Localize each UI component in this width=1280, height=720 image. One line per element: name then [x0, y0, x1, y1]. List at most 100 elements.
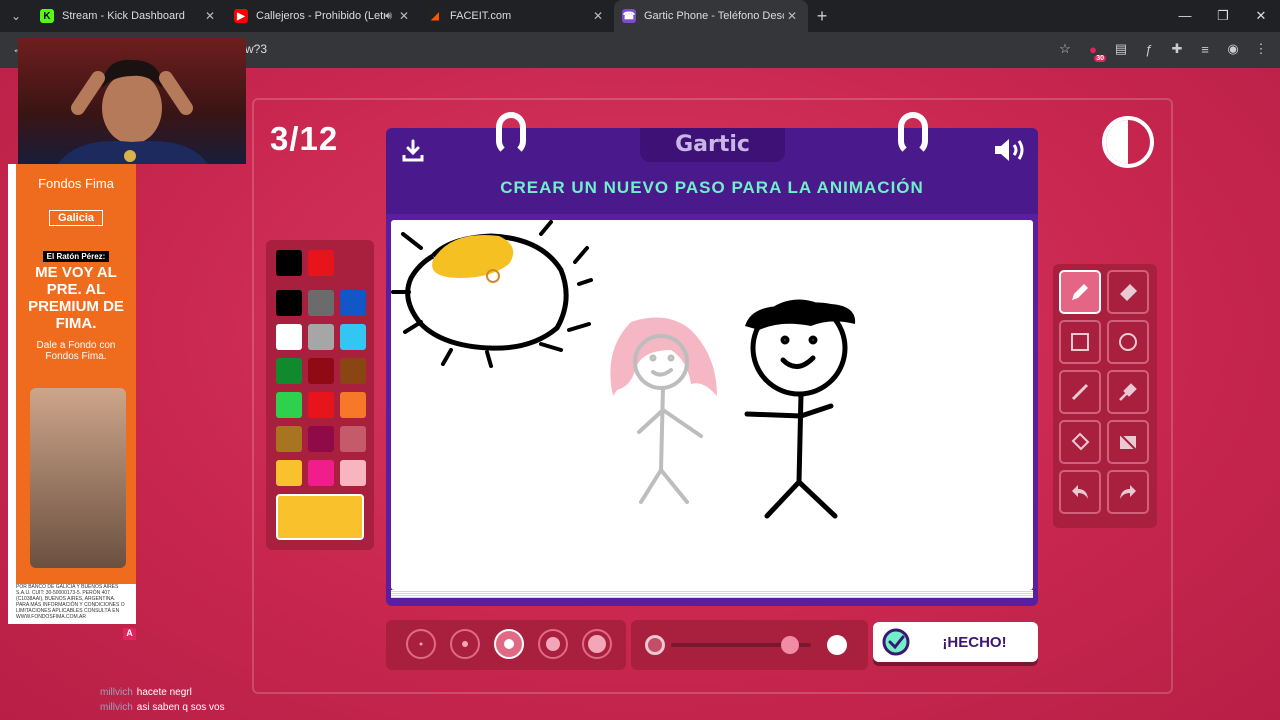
- chat-user: millvich: [100, 702, 133, 713]
- pencil-icon[interactable]: [1059, 270, 1101, 314]
- close-icon[interactable]: ✕: [202, 9, 218, 23]
- color-swatch[interactable]: [308, 460, 334, 486]
- tab-youtube[interactable]: ▶ Callejeros - Prohibido (Letra) 🔊︎ ✕: [226, 0, 420, 32]
- star-icon[interactable]: ☆: [1054, 38, 1076, 60]
- color-swatch[interactable]: [340, 426, 366, 452]
- color-swatch[interactable]: [308, 358, 334, 384]
- ad-bank-logo: Galicia: [16, 208, 136, 226]
- color-swatch[interactable]: [276, 324, 302, 350]
- tab-title: Gartic Phone - Teléfono Descon: [644, 10, 784, 22]
- color-swatch[interactable]: [340, 358, 366, 384]
- new-tab-button[interactable]: +: [808, 6, 836, 27]
- profile-avatar[interactable]: ◉: [1222, 38, 1244, 60]
- ad-tag: El Ratón Pérez:: [16, 246, 136, 264]
- chat-text: asi saben q sos vos: [136, 702, 225, 713]
- close-window-icon[interactable]: ✕: [1242, 0, 1280, 32]
- chat-user: millvich: [100, 687, 133, 698]
- youtube-icon: ▶: [234, 9, 248, 23]
- chat-message: millvich asi saben q sos vos: [100, 702, 225, 713]
- redo-icon[interactable]: [1107, 470, 1149, 514]
- drawing-notebook: Gartic CREAR UN NUEVO PASO PARA LA ANIMA…: [386, 112, 1038, 606]
- extension-icon[interactable]: ▤: [1110, 38, 1132, 60]
- line-icon[interactable]: [1059, 370, 1101, 414]
- brush-size-5[interactable]: [582, 629, 612, 659]
- color-swatch[interactable]: [308, 392, 334, 418]
- ad-background: Fondos Fima Galicia El Ratón Pérez: ME V…: [16, 164, 136, 584]
- boy-body: [744, 335, 838, 519]
- eyedropper-icon[interactable]: [1107, 370, 1149, 414]
- fill-icon[interactable]: [1059, 420, 1101, 464]
- color-swatch[interactable]: [308, 324, 334, 350]
- eraser-icon[interactable]: [1107, 270, 1149, 314]
- minimize-icon[interactable]: —: [1166, 0, 1204, 32]
- extension-icon[interactable]: ƒ: [1138, 38, 1160, 60]
- brush-size-selector: [386, 620, 626, 670]
- tab-faceit[interactable]: ◢ FACEIT.com ✕: [420, 0, 614, 32]
- sun-fill: [432, 235, 514, 278]
- tab-title: Stream - Kick Dashboard: [62, 10, 185, 22]
- opacity-min-icon: [645, 635, 665, 655]
- drawing: [391, 220, 856, 519]
- opacity-handle[interactable]: [781, 636, 799, 654]
- tab-title: FACEIT.com: [450, 10, 512, 22]
- media-icon[interactable]: ≡: [1194, 38, 1216, 60]
- tab-gartic[interactable]: ☎ Gartic Phone - Teléfono Descon ✕: [614, 0, 808, 32]
- advertisement-banner[interactable]: Fondos Fima Galicia El Ratón Pérez: ME V…: [8, 164, 136, 624]
- instruction-text: CREAR UN NUEVO PASO PARA LA ANIMACIÓN: [500, 178, 924, 197]
- chat-message: millvich hacete negrl: [100, 687, 192, 698]
- contrast-toggle-icon[interactable]: [1102, 116, 1154, 168]
- restore-icon[interactable]: ❐: [1204, 0, 1242, 32]
- ad-brand: Fondos Fima: [38, 176, 114, 191]
- done-label: ¡HECHO!: [942, 633, 1007, 651]
- undo-icon[interactable]: [1059, 470, 1101, 514]
- color-swatch[interactable]: [276, 290, 302, 316]
- round-counter: 3/12: [270, 120, 339, 157]
- gartic-logo: Gartic: [675, 132, 750, 157]
- close-icon[interactable]: ✕: [784, 9, 800, 23]
- extension-badge-icon[interactable]: ● 30: [1082, 38, 1106, 62]
- close-icon[interactable]: ✕: [590, 9, 606, 23]
- volume-icon[interactable]: [992, 136, 1028, 164]
- clear-icon[interactable]: [1107, 420, 1149, 464]
- url-field[interactable]: w?3: [245, 42, 267, 56]
- speaker-icon[interactable]: 🔊︎: [385, 10, 392, 23]
- brush-size-4[interactable]: [538, 629, 568, 659]
- done-button[interactable]: ¡HECHO!: [873, 622, 1038, 662]
- binder-ring: [496, 112, 526, 156]
- opacity-slider: [631, 620, 868, 670]
- kick-icon: K: [40, 9, 54, 23]
- ad-choices-icon[interactable]: A: [123, 628, 136, 640]
- menu-icon[interactable]: ⋮: [1250, 38, 1272, 60]
- check-icon: [882, 628, 910, 656]
- brush-size-1[interactable]: [406, 629, 436, 659]
- drawing-canvas[interactable]: [391, 220, 1033, 590]
- ad-subline: Dale a Fondo con Fondos Fima.: [36, 340, 116, 362]
- puzzle-icon[interactable]: ✚: [1166, 38, 1188, 60]
- download-icon[interactable]: [400, 138, 426, 164]
- color-swatch[interactable]: [308, 290, 334, 316]
- color-swatch[interactable]: [276, 426, 302, 452]
- brush-size-2[interactable]: [450, 629, 480, 659]
- faceit-icon: ◢: [428, 9, 442, 23]
- color-swatch[interactable]: [340, 324, 366, 350]
- color-swatch[interactable]: [340, 290, 366, 316]
- color-swatch[interactable]: [276, 460, 302, 486]
- close-icon[interactable]: ✕: [396, 9, 412, 23]
- brush-size-3[interactable]: [494, 629, 524, 659]
- tab-kick[interactable]: K Stream - Kick Dashboard ✕: [32, 0, 226, 32]
- color-swatch[interactable]: [276, 392, 302, 418]
- color-swatch[interactable]: [340, 460, 366, 486]
- color-swatch[interactable]: [340, 392, 366, 418]
- rectangle-icon[interactable]: [1059, 320, 1101, 364]
- tab-strip: ⌄ K Stream - Kick Dashboard ✕ ▶ Callejer…: [0, 0, 1280, 32]
- color-swatch[interactable]: [276, 250, 302, 276]
- gartic-icon: ☎: [622, 9, 636, 23]
- ad-legal-text: POR BANCO DE GALICIA Y BUENOS AIRES S.A.…: [16, 584, 125, 620]
- color-swatch[interactable]: [276, 358, 302, 384]
- ellipse-icon[interactable]: [1107, 320, 1149, 364]
- tab-search-button[interactable]: ⌄: [0, 0, 32, 32]
- opacity-max-icon: [827, 635, 847, 655]
- color-swatch[interactable]: [308, 250, 334, 276]
- color-swatch[interactable]: [308, 426, 334, 452]
- badge-count: 30: [1094, 55, 1106, 62]
